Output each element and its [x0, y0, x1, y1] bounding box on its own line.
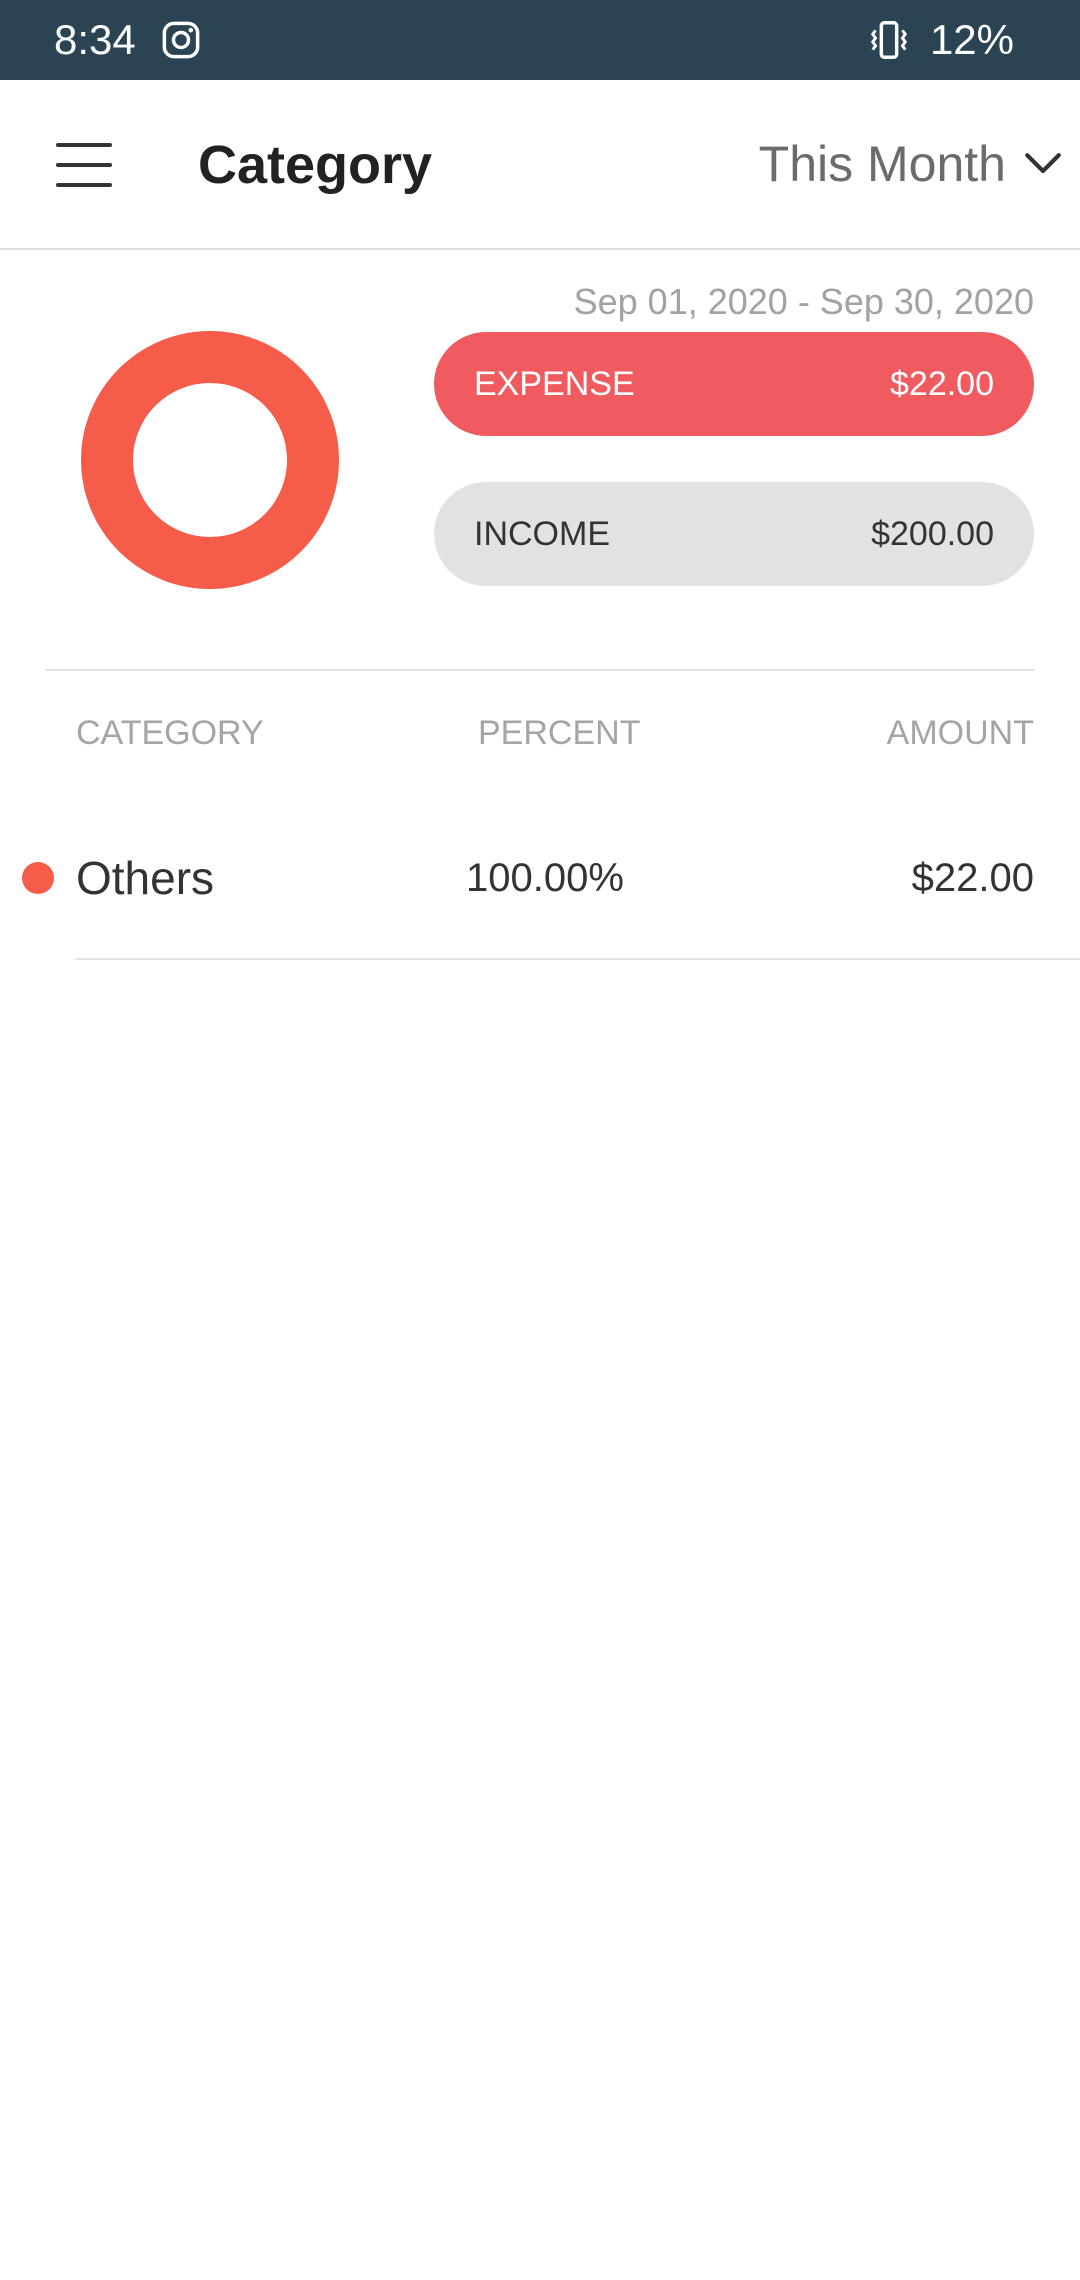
- row-percent: 100.00%: [466, 856, 624, 900]
- category-color-dot: [22, 862, 54, 894]
- table-row[interactable]: Others 100.00% $22.00: [0, 800, 1080, 960]
- income-label: INCOME: [474, 514, 610, 553]
- period-dropdown[interactable]: This Month: [759, 126, 1064, 202]
- divider: [46, 669, 1034, 671]
- expense-amount: $22.00: [890, 364, 994, 403]
- column-header-amount: AMOUNT: [886, 714, 1034, 752]
- income-toggle[interactable]: INCOME $200.00: [434, 482, 1034, 586]
- income-amount: $200.00: [871, 514, 994, 553]
- row-divider: [76, 958, 1080, 960]
- period-label: This Month: [758, 136, 1006, 192]
- page-title: Category: [198, 135, 433, 195]
- donut-slice-others: [81, 331, 339, 589]
- expense-label: EXPENSE: [474, 364, 635, 403]
- app-bar: Category This Month: [0, 80, 1080, 250]
- column-header-category: CATEGORY: [76, 714, 264, 752]
- row-amount: $22.00: [911, 856, 1034, 900]
- chevron-down-icon: [1025, 153, 1061, 174]
- status-bar: 8:34 12%: [0, 0, 1080, 80]
- instagram-icon: [162, 21, 200, 59]
- date-range: Sep 01, 2020 - Sep 30, 2020: [573, 281, 1034, 322]
- row-category: Others: [76, 852, 215, 904]
- status-time: 8:34: [54, 16, 136, 63]
- menu-button[interactable]: [40, 121, 128, 209]
- column-header-percent: PERCENT: [478, 714, 641, 752]
- battery-level: 12%: [929, 16, 1014, 63]
- expense-toggle[interactable]: EXPENSE $22.00: [434, 332, 1034, 436]
- category-donut-chart: [81, 331, 339, 589]
- vibrate-icon: [870, 21, 908, 59]
